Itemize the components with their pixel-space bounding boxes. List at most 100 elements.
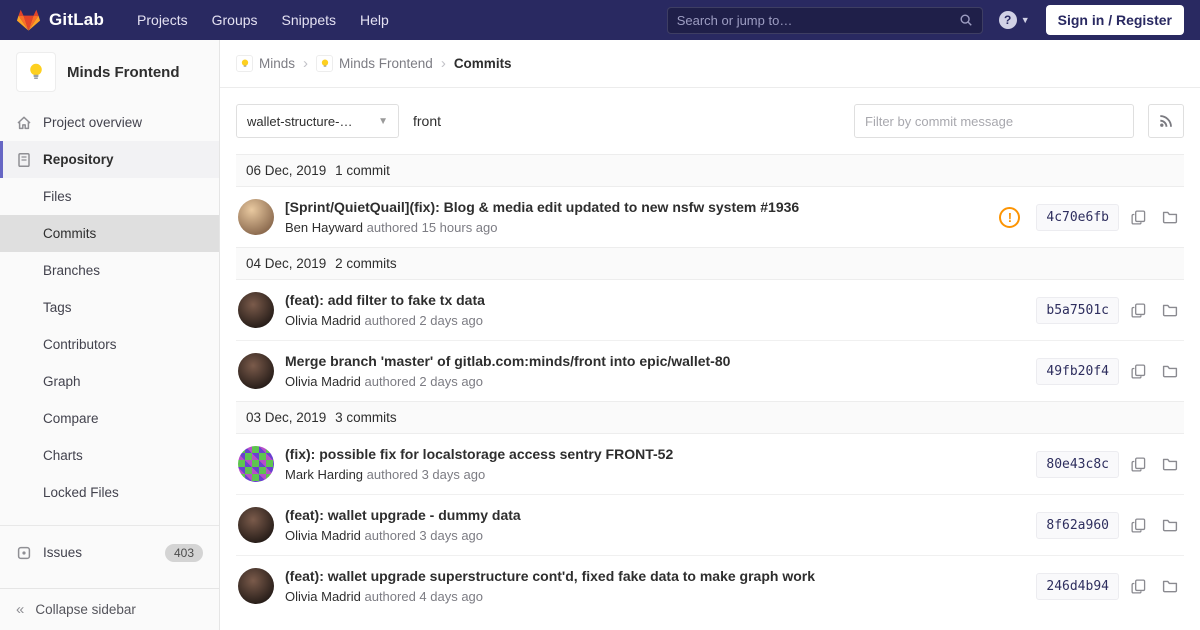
commit-date-header: 06 Dec, 2019 1 commit: [236, 154, 1184, 187]
commit-row: (feat): add filter to fake tx data Olivi…: [236, 280, 1184, 341]
commit-actions: 49fb20f4: [1036, 357, 1182, 385]
branch-selector-dropdown[interactable]: wallet-structure-… ▼: [236, 104, 399, 138]
home-icon: [16, 115, 32, 131]
copy-sha-button[interactable]: [1127, 206, 1150, 229]
commit-row: (feat): wallet upgrade - dummy data Oliv…: [236, 495, 1184, 556]
date-label: 04 Dec, 2019: [246, 256, 327, 271]
commit-filter-input[interactable]: [854, 104, 1134, 138]
copy-sha-button[interactable]: [1127, 299, 1150, 322]
commit-sha[interactable]: 246d4b94: [1036, 572, 1119, 600]
top-navbar: GitLab Projects Groups Snippets Help ? ▼…: [0, 0, 1200, 40]
commit-sha[interactable]: 4c70e6fb: [1036, 203, 1119, 231]
rss-icon: [1159, 114, 1173, 128]
commit-row: [Sprint/QuietQuail](fix): Blog & media e…: [236, 187, 1184, 247]
commit-group: 04 Dec, 2019 2 commits (feat): add filte…: [236, 247, 1184, 401]
sign-in-button[interactable]: Sign in / Register: [1045, 5, 1184, 35]
commit-group: 03 Dec, 2019 3 commits (fix): possible f…: [236, 401, 1184, 616]
sidebar-item-commits[interactable]: Commits: [0, 215, 219, 252]
sidebar-item-files[interactable]: Files: [0, 178, 219, 215]
search-input[interactable]: [676, 12, 959, 28]
commit-row: (fix): possible fix for localstorage acc…: [236, 434, 1184, 495]
sidebar-item-tags[interactable]: Tags: [0, 289, 219, 326]
project-title: Minds Frontend: [67, 63, 180, 81]
nav-item-groups[interactable]: Groups: [201, 3, 269, 37]
commit-meta-text: authored 2 days ago: [364, 374, 484, 389]
author-avatar[interactable]: [238, 292, 274, 328]
sidebar-item-issues[interactable]: Issues 403: [0, 534, 219, 571]
pipeline-warning-icon[interactable]: !: [999, 206, 1021, 228]
sidebar-item-contributors[interactable]: Contributors: [0, 326, 219, 363]
breadcrumb-item-minds[interactable]: Minds: [236, 55, 295, 72]
sidebar-item-label: Compare: [43, 411, 99, 426]
commit-title-link[interactable]: [Sprint/QuietQuail](fix): Blog & media e…: [285, 199, 985, 215]
sidebar-item-compare[interactable]: Compare: [0, 400, 219, 437]
browse-files-button[interactable]: [1158, 298, 1182, 322]
commits-feed-button[interactable]: [1148, 104, 1184, 138]
commit-title-link[interactable]: (feat): wallet upgrade - dummy data: [285, 507, 1022, 523]
gitlab-logo-link[interactable]: GitLab: [16, 8, 104, 32]
sidebar-item-branches[interactable]: Branches: [0, 252, 219, 289]
commit-title-link[interactable]: (fix): possible fix for localstorage acc…: [285, 446, 1022, 462]
collapse-icon: «: [16, 601, 25, 618]
commit-author-link[interactable]: Olivia Madrid: [285, 313, 361, 328]
chevron-right-icon: ›: [303, 55, 309, 72]
issues-count-badge: 403: [164, 543, 203, 562]
commit-meta-text: authored 3 days ago: [364, 528, 484, 543]
commit-title-link[interactable]: Merge branch 'master' of gitlab.com:mind…: [285, 353, 1022, 369]
commit-meta: Ben Hayward authored 15 hours ago: [285, 220, 985, 235]
sidebar-item-charts[interactable]: Charts: [0, 437, 219, 474]
copy-sha-button[interactable]: [1127, 514, 1150, 537]
sidebar-item-repository[interactable]: Repository: [0, 141, 219, 178]
author-avatar[interactable]: [238, 353, 274, 389]
browse-files-button[interactable]: [1158, 513, 1182, 537]
nav-item-snippets[interactable]: Snippets: [271, 3, 347, 37]
sidebar-item-label: Issues: [43, 545, 83, 560]
commit-actions: ! 4c70e6fb: [999, 203, 1182, 231]
primary-nav: Projects Groups Snippets Help: [126, 3, 400, 37]
browse-files-button[interactable]: [1158, 359, 1182, 383]
nav-item-help[interactable]: Help: [349, 3, 400, 37]
commit-author-link[interactable]: Olivia Madrid: [285, 374, 361, 389]
commit-sha[interactable]: 8f62a960: [1036, 511, 1119, 539]
copy-sha-button[interactable]: [1127, 453, 1150, 476]
commit-sha[interactable]: 49fb20f4: [1036, 357, 1119, 385]
brand-name: GitLab: [49, 10, 105, 29]
commit-sha[interactable]: 80e43c8c: [1036, 450, 1119, 478]
commit-meta-text: authored 4 days ago: [364, 589, 484, 604]
browse-files-button[interactable]: [1158, 574, 1182, 598]
author-avatar[interactable]: [238, 446, 274, 482]
sidebar-item-locked-files[interactable]: Locked Files: [0, 474, 219, 511]
date-label: 06 Dec, 2019: [246, 163, 327, 178]
commit-author-link[interactable]: Olivia Madrid: [285, 528, 361, 543]
commit-date-header: 03 Dec, 2019 3 commits: [236, 401, 1184, 434]
breadcrumb: Minds › Minds Frontend › Commits: [220, 40, 1200, 88]
breadcrumb-item-minds-frontend[interactable]: Minds Frontend: [316, 55, 433, 72]
commit-author-link[interactable]: Olivia Madrid: [285, 589, 361, 604]
author-avatar[interactable]: [238, 199, 274, 235]
nav-item-projects[interactable]: Projects: [126, 3, 199, 37]
project-avatar-icon: [316, 55, 334, 72]
sidebar-item-label: Graph: [43, 374, 81, 389]
help-menu[interactable]: ? ▼: [998, 11, 1030, 29]
browse-files-button[interactable]: [1158, 205, 1182, 229]
collapse-sidebar-button[interactable]: « Collapse sidebar: [0, 588, 219, 630]
copy-sha-button[interactable]: [1127, 575, 1150, 598]
sidebar-item-project-overview[interactable]: Project overview: [0, 104, 219, 141]
commit-title-link[interactable]: (feat): add filter to fake tx data: [285, 292, 1022, 308]
commit-title-link[interactable]: (feat): wallet upgrade superstructure co…: [285, 568, 1022, 584]
sidebar-item-label: Repository: [43, 152, 114, 167]
copy-sha-button[interactable]: [1127, 360, 1150, 383]
commit-info: (feat): wallet upgrade - dummy data Oliv…: [285, 507, 1022, 543]
commit-author-link[interactable]: Ben Hayward: [285, 220, 363, 235]
project-avatar[interactable]: [16, 52, 56, 92]
browse-files-button[interactable]: [1158, 452, 1182, 476]
sidebar-item-graph[interactable]: Graph: [0, 363, 219, 400]
repo-path-link[interactable]: front: [413, 113, 441, 129]
author-avatar[interactable]: [238, 568, 274, 604]
commit-sha[interactable]: b5a7501c: [1036, 296, 1119, 324]
commit-author-link[interactable]: Mark Harding: [285, 467, 363, 482]
commit-count: 1 commit: [335, 163, 390, 178]
sidebar-item-label: Locked Files: [43, 485, 119, 500]
commit-info: [Sprint/QuietQuail](fix): Blog & media e…: [285, 199, 985, 235]
author-avatar[interactable]: [238, 507, 274, 543]
